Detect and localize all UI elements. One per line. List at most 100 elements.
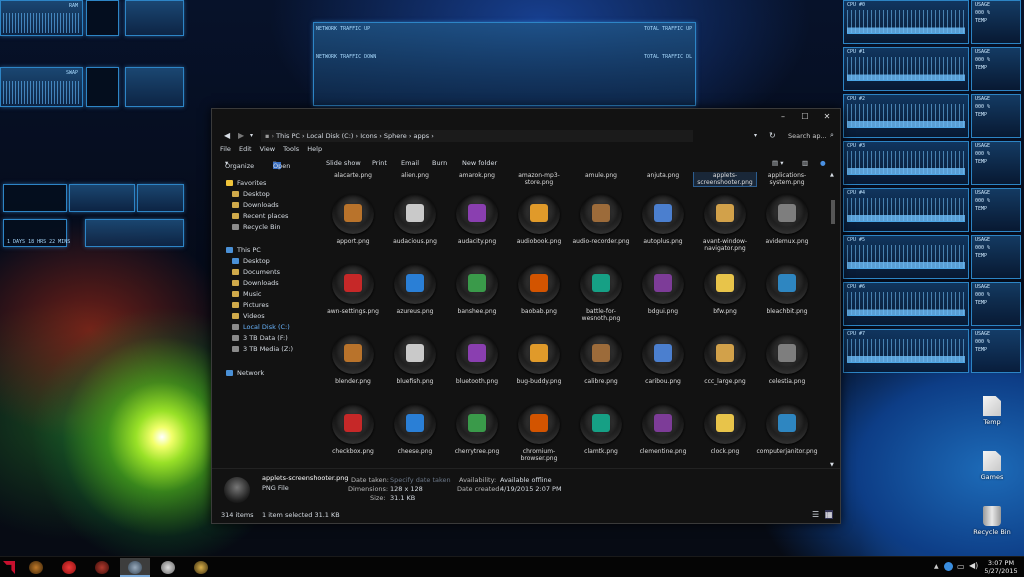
title-bar[interactable]: – ☐ ✕: [212, 109, 840, 129]
nav-network[interactable]: Network: [226, 369, 264, 377]
details-date-taken[interactable]: Specify date taken: [390, 476, 451, 484]
new-folder-button[interactable]: New folder: [462, 159, 497, 167]
breadcrumb[interactable]: ▪ › This PC › Local Disk (C:) › Icons › …: [261, 130, 693, 142]
desktop-icon-recycle-bin[interactable]: Recycle Bin: [962, 506, 1022, 536]
file-item[interactable]: amazon-mp3-store.png: [508, 172, 570, 186]
file-item[interactable]: celestia.png: [756, 334, 818, 385]
file-item[interactable]: clamtk.png: [570, 404, 632, 455]
nav-music[interactable]: Music: [232, 290, 262, 298]
close-button[interactable]: ✕: [818, 111, 836, 123]
nav-recycle-bin[interactable]: Recycle Bin: [232, 223, 280, 231]
search-icon[interactable]: ⌕: [830, 131, 834, 140]
taskbar-app[interactable]: [87, 558, 117, 577]
tray-app-icon[interactable]: [944, 562, 953, 571]
menu-view[interactable]: View: [260, 145, 275, 153]
file-item[interactable]: audio-recorder.png: [570, 194, 632, 245]
file-item[interactable]: cheese.png: [384, 404, 446, 455]
nav-downloads[interactable]: Downloads: [232, 201, 279, 209]
file-item[interactable]: computerjanitor.png: [756, 404, 818, 455]
file-item[interactable]: audacious.png: [384, 194, 446, 245]
file-item[interactable]: audiobook.png: [508, 194, 570, 245]
tray-chevron-icon[interactable]: ▲: [934, 563, 939, 570]
nav-documents[interactable]: Documents: [232, 268, 280, 276]
taskbar-app[interactable]: [153, 558, 183, 577]
file-item[interactable]: autoplus.png: [632, 194, 694, 245]
start-button[interactable]: [0, 558, 18, 577]
burn-button[interactable]: Burn: [432, 159, 447, 167]
file-item[interactable]: bfw.png: [694, 264, 756, 315]
file-item[interactable]: applets-screenshooter.png: [693, 172, 757, 187]
clock[interactable]: 3:07 PM 5/27/2015: [981, 559, 1021, 575]
slideshow-button[interactable]: Slide show: [326, 159, 361, 167]
desktop-icon-temp[interactable]: Temp: [962, 396, 1022, 426]
file-item[interactable]: baobab.png: [508, 264, 570, 315]
maximize-button[interactable]: ☐: [796, 111, 814, 123]
help-icon[interactable]: ●: [820, 159, 826, 167]
file-item[interactable]: bdgui.png: [632, 264, 694, 315]
taskbar-app[interactable]: [186, 558, 216, 577]
breadcrumb-icons[interactable]: Icons: [360, 132, 377, 140]
file-item[interactable]: apport.png: [322, 194, 384, 245]
menu-help[interactable]: Help: [307, 145, 322, 153]
scroll-thumb[interactable]: [831, 200, 835, 224]
network-tray-icon[interactable]: ▭: [957, 562, 965, 571]
menu-edit[interactable]: Edit: [239, 145, 252, 153]
open-button[interactable]: Open ▾: [273, 159, 290, 170]
file-item[interactable]: blender.png: [322, 334, 384, 385]
breadcrumb-local-disk[interactable]: Local Disk (C:): [307, 132, 354, 140]
file-item[interactable]: battle-for-wesnoth.png: [570, 264, 632, 322]
file-item[interactable]: cherrytree.png: [446, 404, 508, 455]
file-item[interactable]: anjuta.png: [632, 172, 694, 179]
nav-pictures[interactable]: Pictures: [232, 301, 269, 309]
nav-recent-places[interactable]: Recent places: [232, 212, 288, 220]
nav-this-pc[interactable]: This PC: [226, 246, 261, 254]
refresh-icon[interactable]: ↻: [769, 131, 776, 140]
breadcrumb-apps[interactable]: apps: [414, 132, 430, 140]
file-item[interactable]: amarok.png: [446, 172, 508, 179]
file-item[interactable]: avant-window-navigator.png: [694, 194, 756, 252]
preview-pane-icon[interactable]: ▥: [802, 159, 808, 167]
recent-dropdown-icon[interactable]: ▾: [250, 132, 253, 139]
scrollbar[interactable]: ▲ ▼: [829, 172, 837, 468]
file-item[interactable]: awn-settings.png: [322, 264, 384, 315]
nav-videos[interactable]: Videos: [232, 312, 265, 320]
file-item[interactable]: banshee.png: [446, 264, 508, 315]
minimize-button[interactable]: –: [774, 111, 792, 123]
menu-file[interactable]: File: [220, 145, 231, 153]
file-item[interactable]: ccc_large.png: [694, 334, 756, 385]
back-icon[interactable]: ◀: [224, 131, 230, 140]
file-item[interactable]: bleachbit.png: [756, 264, 818, 315]
file-item[interactable]: amule.png: [570, 172, 632, 179]
print-button[interactable]: Print: [372, 159, 387, 167]
nav-pc-downloads[interactable]: Downloads: [232, 279, 279, 287]
taskbar-explorer[interactable]: [120, 558, 150, 577]
path-dropdown-icon[interactable]: ▾: [754, 132, 757, 139]
email-button[interactable]: Email: [401, 159, 419, 167]
desktop-icon-games[interactable]: Games: [962, 451, 1022, 481]
file-item[interactable]: alien.png: [384, 172, 446, 179]
file-item[interactable]: chromium-browser.png: [508, 404, 570, 462]
breadcrumb-sphere[interactable]: Sphere: [384, 132, 407, 140]
organize-button[interactable]: Organize ▾: [225, 159, 254, 170]
nav-favorites[interactable]: Favorites: [226, 179, 266, 187]
file-item[interactable]: calibre.png: [570, 334, 632, 385]
menu-tools[interactable]: Tools: [283, 145, 299, 153]
file-item[interactable]: alacarte.png: [322, 172, 384, 179]
file-item[interactable]: bluetooth.png: [446, 334, 508, 385]
breadcrumb-this-pc[interactable]: This PC: [276, 132, 300, 140]
taskbar-app[interactable]: [54, 558, 84, 577]
file-item[interactable]: bug-buddy.png: [508, 334, 570, 385]
file-item[interactable]: clock.png: [694, 404, 756, 455]
scroll-up-icon[interactable]: ▲: [830, 172, 834, 178]
details-view-icon[interactable]: ☰: [812, 510, 819, 519]
file-item[interactable]: applications-system.png: [756, 172, 818, 186]
forward-icon[interactable]: ▶: [238, 131, 244, 140]
volume-tray-icon[interactable]: ◀): [969, 561, 978, 570]
nav-desktop[interactable]: Desktop: [232, 190, 270, 198]
nav-local-disk[interactable]: Local Disk (C:): [232, 323, 290, 331]
large-icons-view-icon[interactable]: ▦: [825, 510, 833, 519]
file-item[interactable]: clementine.png: [632, 404, 694, 455]
file-item[interactable]: bluefish.png: [384, 334, 446, 385]
file-item[interactable]: azureus.png: [384, 264, 446, 315]
file-item[interactable]: caribou.png: [632, 334, 694, 385]
